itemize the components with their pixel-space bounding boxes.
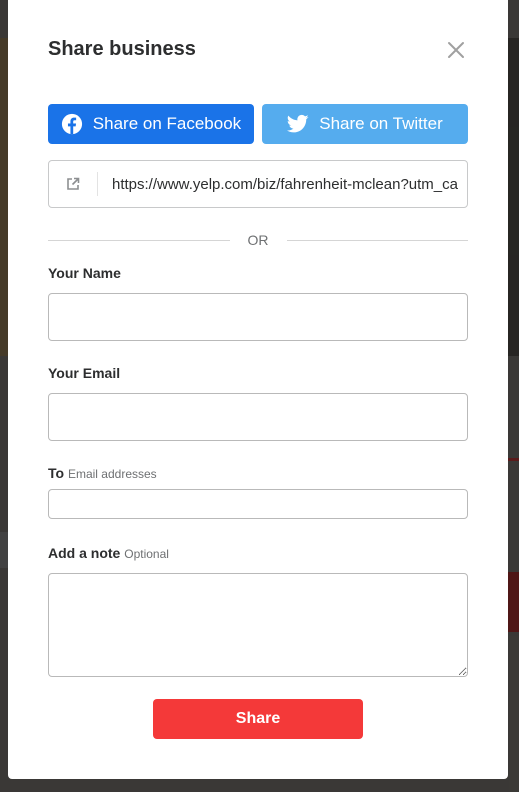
share-twitter-button[interactable]: Share on Twitter bbox=[262, 104, 468, 144]
share-business-modal: Share business Share on Facebook Share o… bbox=[8, 0, 508, 779]
close-icon[interactable] bbox=[444, 38, 468, 62]
note-textarea[interactable] bbox=[48, 573, 468, 677]
share-link-url[interactable]: https://www.yelp.com/biz/fahrenheit-mcle… bbox=[98, 176, 458, 193]
external-link-icon[interactable] bbox=[49, 172, 98, 196]
twitter-icon bbox=[287, 114, 309, 134]
your-name-label: Your Name bbox=[48, 265, 121, 281]
divider-line-left bbox=[48, 239, 230, 241]
modal-title: Share business bbox=[48, 38, 196, 60]
share-link-field[interactable]: https://www.yelp.com/biz/fahrenheit-mcle… bbox=[48, 160, 468, 208]
share-facebook-button[interactable]: Share on Facebook bbox=[48, 104, 254, 144]
your-name-input[interactable] bbox=[48, 293, 468, 341]
your-email-label: Your Email bbox=[48, 365, 121, 381]
or-divider: OR bbox=[48, 230, 468, 250]
or-text: OR bbox=[247, 232, 269, 248]
share-facebook-label: Share on Facebook bbox=[92, 114, 242, 133]
share-submit-button[interactable]: Share bbox=[153, 699, 363, 739]
note-label-row: Add a note Optional bbox=[48, 545, 169, 561]
share-twitter-label: Share on Twitter bbox=[319, 114, 443, 133]
note-hint: Optional bbox=[124, 547, 169, 561]
to-email-input[interactable] bbox=[48, 489, 468, 519]
to-label: To bbox=[48, 465, 65, 481]
to-hint: Email addresses bbox=[67, 467, 157, 481]
your-email-input[interactable] bbox=[48, 393, 468, 441]
divider-line-right bbox=[286, 239, 468, 241]
to-label-row: To Email addresses bbox=[48, 465, 157, 481]
note-label: Add a note bbox=[48, 545, 121, 561]
facebook-icon bbox=[61, 113, 83, 135]
